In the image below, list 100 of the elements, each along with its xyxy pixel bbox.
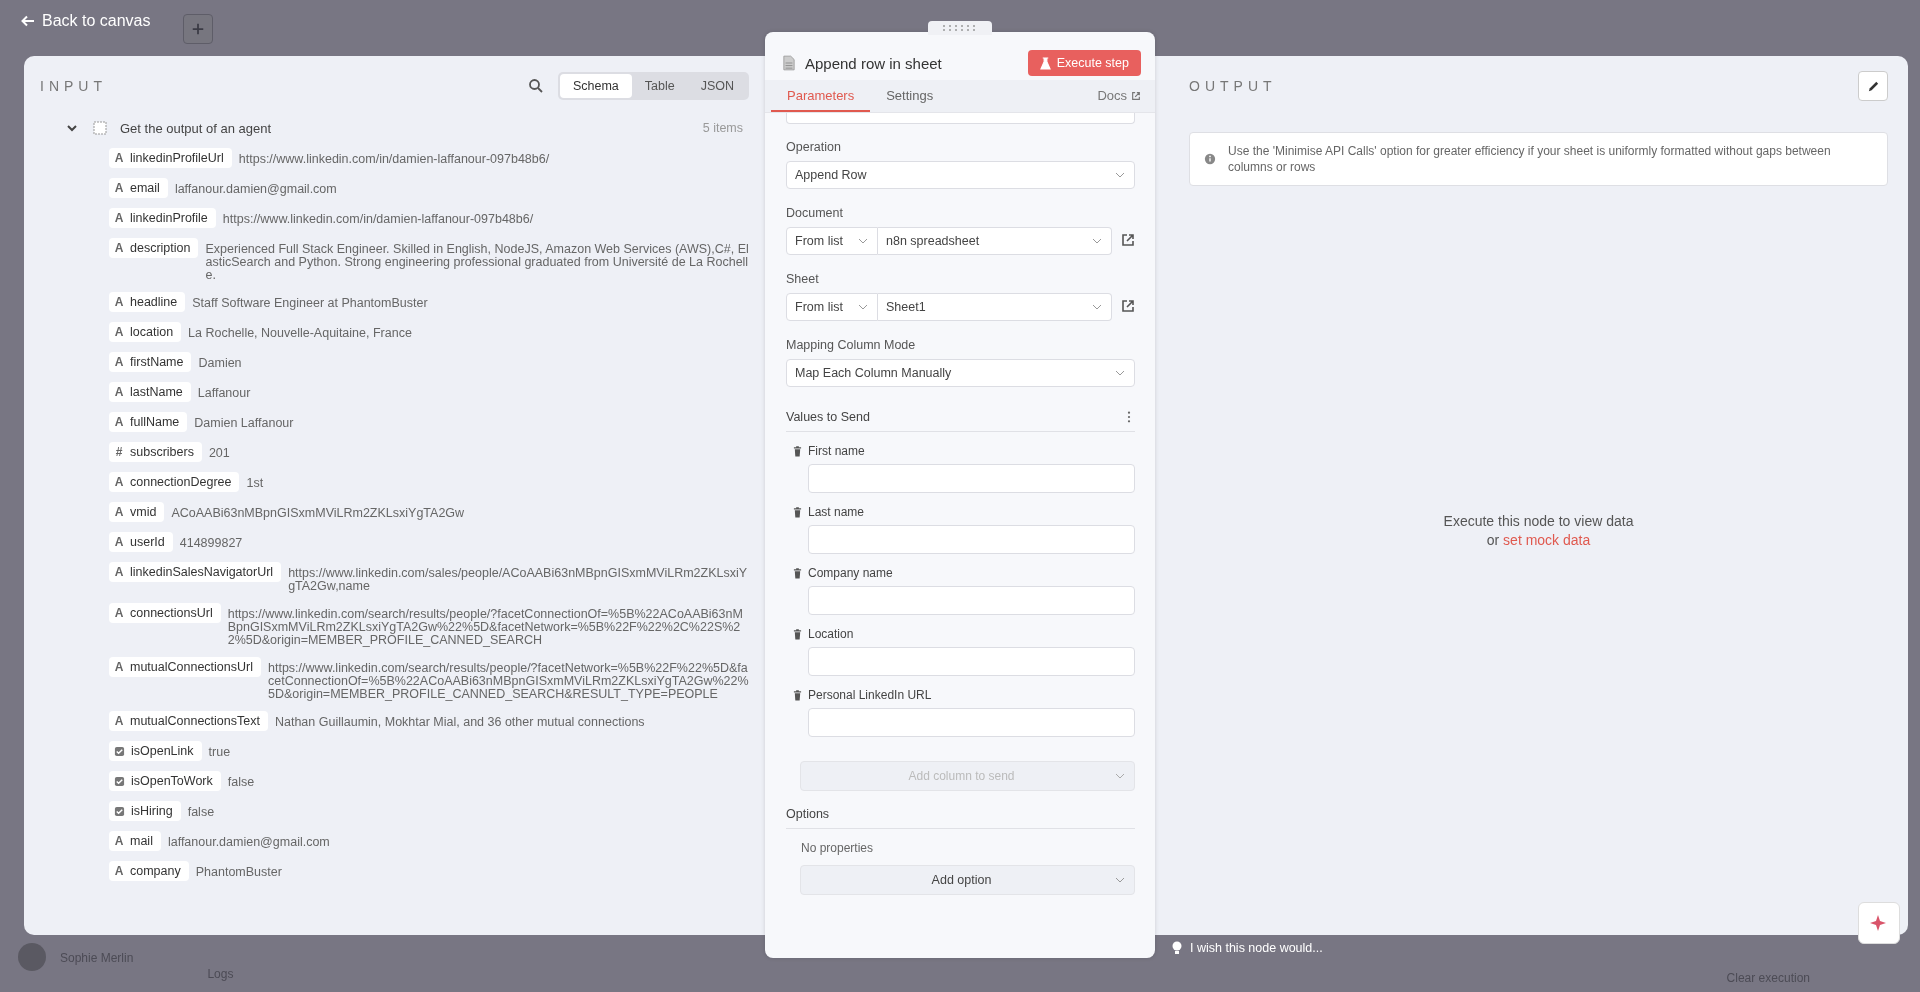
field-label: Document: [786, 206, 844, 220]
empty-text: No properties: [800, 840, 875, 857]
type-icon: A: [114, 355, 124, 369]
docs-link[interactable]: Docs: [1097, 88, 1141, 112]
document-icon: [783, 55, 795, 71]
field-label: Mapping Column Mode: [786, 338, 917, 352]
field-key[interactable]: isOpenToWork: [109, 771, 221, 791]
type-icon: A: [114, 834, 124, 848]
panel-tab[interactable]: Settings: [870, 84, 950, 112]
view-tab[interactable]: Table: [631, 74, 688, 98]
field-key[interactable]: A linkedinProfileUrl: [109, 148, 232, 168]
field-value: ACoAABi63nMBpnGISxmMViLRm2ZKLsxiYgTA2Gw: [171, 505, 465, 520]
external-link-icon[interactable]: [1121, 233, 1135, 247]
field-key[interactable]: A firstName: [109, 352, 192, 372]
plus-icon: [190, 22, 205, 36]
input-field[interactable]: [808, 586, 1135, 615]
resource-select[interactable]: Sheet1: [878, 293, 1112, 321]
field-key[interactable]: A location: [109, 322, 182, 342]
field-value: Laffanour: [197, 385, 251, 400]
input-field[interactable]: [808, 464, 1135, 493]
section-title: Values to Send: [786, 410, 870, 424]
field-key[interactable]: A connectionsUrl: [109, 603, 221, 623]
operation-select[interactable]: Append Row: [786, 161, 1135, 189]
trash-icon[interactable]: [793, 628, 802, 640]
panel-title: INPUT: [40, 78, 108, 94]
mapping-mode-select[interactable]: Map Each Column Manually: [786, 359, 1135, 387]
field-value: https://www.linkedin.com/in/damien-laffanour-097b48b6/: [238, 151, 550, 166]
column-label: Personal LinkedIn URL: [808, 688, 932, 702]
field-key[interactable]: # subscribers: [109, 442, 202, 462]
trash-icon[interactable]: [793, 689, 802, 701]
field-value: https://www.linkedin.com/sales/people/ACoAABi63nMBpnGISxmMViLRm2ZKLsxiYgTA2Gw,name: [288, 565, 749, 593]
field-key[interactable]: A description: [109, 238, 199, 258]
field-key[interactable]: A vmid: [109, 502, 165, 522]
type-icon: A: [114, 151, 124, 165]
field-value: PhantomBuster: [195, 864, 282, 879]
field-value: false: [227, 774, 255, 789]
add-option-select[interactable]: Add option: [800, 865, 1135, 895]
field-label: Sheet: [786, 272, 820, 286]
field-value: https://www.linkedin.com/in/damien-laffanour-097b48b6/: [222, 211, 534, 226]
node-title: Append row in sheet: [805, 54, 943, 72]
field-key[interactable]: A linkedinProfile: [109, 208, 216, 228]
type-icon: A: [114, 535, 124, 549]
view-tab[interactable]: Schema: [559, 74, 632, 98]
field-key[interactable]: A email: [109, 178, 168, 198]
field-value: Staff Software Engineer at PhantomBuster: [192, 295, 428, 310]
ai-assistant-button[interactable]: [1858, 902, 1900, 944]
field-key[interactable]: A mutualConnectionsText: [109, 711, 268, 731]
type-icon: A: [114, 505, 124, 519]
field-key[interactable]: A linkedinSalesNavigatorUrl: [109, 562, 282, 582]
type-icon: A: [114, 475, 124, 489]
resource-select[interactable]: n8n spreadsheet: [878, 227, 1112, 255]
mode-select[interactable]: From list: [786, 227, 878, 255]
edit-button[interactable]: [1858, 71, 1888, 101]
feedback-link[interactable]: I wish this node would...: [1172, 941, 1323, 955]
input-field[interactable]: [808, 708, 1135, 737]
field-key[interactable]: A mail: [109, 831, 161, 851]
type-icon: A: [114, 606, 124, 620]
field-key[interactable]: A userId: [109, 532, 173, 552]
field-value: Damien Laffanour: [194, 415, 294, 430]
trash-icon[interactable]: [793, 445, 802, 457]
column-label: Location: [808, 627, 854, 641]
field-key[interactable]: A company: [109, 861, 189, 881]
type-icon: A: [114, 714, 124, 728]
type-icon: A: [114, 385, 124, 399]
flask-icon: [1039, 56, 1051, 70]
field-value: https://www.linkedin.com/search/results/people/?facetNetwork=%5B%22F%22%5D&facetConnectionOf=%5B%22ACoAABi63nMBpnGISxmMViLRm2ZKLsxiYgTA2Gw%22%5D&origin=MEMBER_PROFILE_CANNED_SEARCH&RESULT_TYPE=PEOPLE: [268, 660, 749, 701]
column-label: Last name: [808, 505, 865, 519]
view-tab[interactable]: JSON: [687, 74, 747, 98]
search-icon[interactable]: [527, 78, 544, 94]
trash-icon[interactable]: [793, 567, 802, 579]
type-icon: A: [114, 295, 124, 309]
external-link-icon: [1131, 90, 1141, 101]
lightbulb-icon: [1172, 941, 1182, 955]
type-icon: A: [114, 241, 124, 255]
field-value: false: [187, 804, 215, 819]
more-options-icon[interactable]: [1127, 411, 1131, 423]
mode-select[interactable]: From list: [786, 293, 878, 321]
input-field[interactable]: [808, 525, 1135, 554]
column-label: Company name: [808, 566, 893, 580]
field-key[interactable]: A lastName: [109, 382, 191, 402]
chevron-down-icon[interactable]: [66, 122, 78, 134]
drag-handle[interactable]: [928, 21, 992, 35]
field-key[interactable]: isHiring: [109, 801, 181, 821]
type-icon: A: [114, 565, 124, 579]
node-name: Get the output of an agent: [120, 120, 273, 136]
field-value: 1st: [246, 475, 264, 490]
field-key[interactable]: isOpenLink: [109, 741, 202, 761]
info-icon: [1204, 153, 1216, 165]
field-label: Operation: [786, 140, 842, 154]
column-label: First name: [808, 444, 865, 458]
back-to-canvas-button[interactable]: Back to canvas: [18, 10, 153, 32]
field-key[interactable]: A headline: [109, 292, 186, 312]
input-field[interactable]: [808, 647, 1135, 676]
field-key[interactable]: A connectionDegree: [109, 472, 240, 492]
field-value: La Rochelle, Nouvelle-Aquitaine, France: [188, 325, 412, 340]
field-key[interactable]: A mutualConnectionsUrl: [109, 657, 261, 677]
external-link-icon[interactable]: [1121, 299, 1135, 313]
field-key[interactable]: A fullName: [109, 412, 188, 432]
type-icon: A: [114, 325, 124, 339]
trash-icon[interactable]: [793, 506, 802, 518]
